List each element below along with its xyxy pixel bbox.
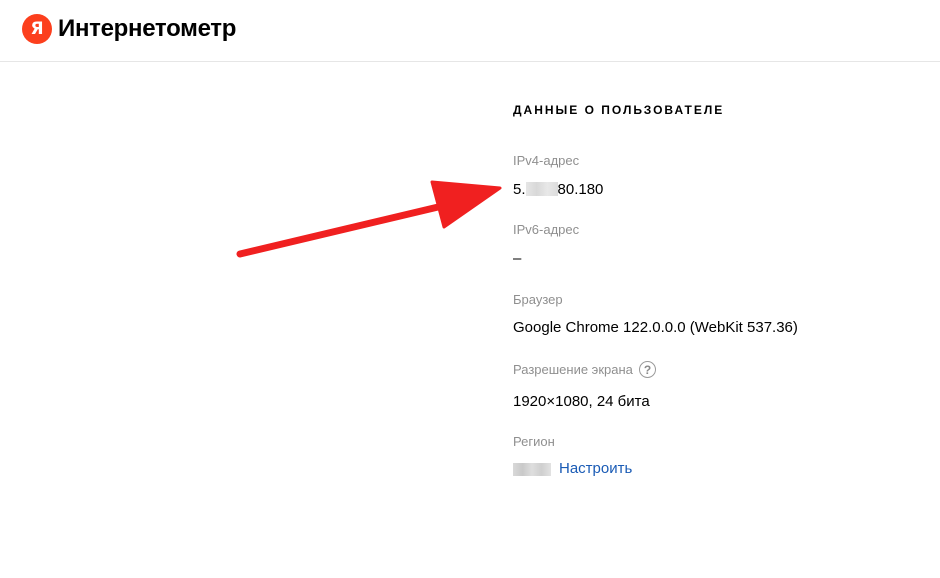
ipv4-prefix: 5. [513,181,526,198]
ipv6-label: IPv6-адрес [513,222,580,237]
ipv4-label: IPv4-адрес [513,153,580,168]
ipv4-suffix: 80.180 [557,181,604,198]
ipv4-value: 5. 80.180 [513,181,603,198]
browser-value: Google Chrome 122.0.0.0 (WebKit 537.36) [513,319,798,336]
region-label: Регион [513,434,555,449]
annotation-arrow-icon [236,180,502,258]
region-configure-link[interactable]: Настроить [559,460,632,477]
ipv4-redacted [525,182,558,196]
help-icon[interactable]: ? [639,361,656,378]
region-redacted [513,463,551,476]
screen-value: 1920×1080, 24 бита [513,393,650,410]
browser-label: Браузер [513,292,563,307]
screen-label: Разрешение экрана [513,362,633,377]
section-title: ДАННЫЕ О ПОЛЬЗОВАТЕЛЕ [513,103,725,117]
ipv6-value: – [513,250,522,267]
